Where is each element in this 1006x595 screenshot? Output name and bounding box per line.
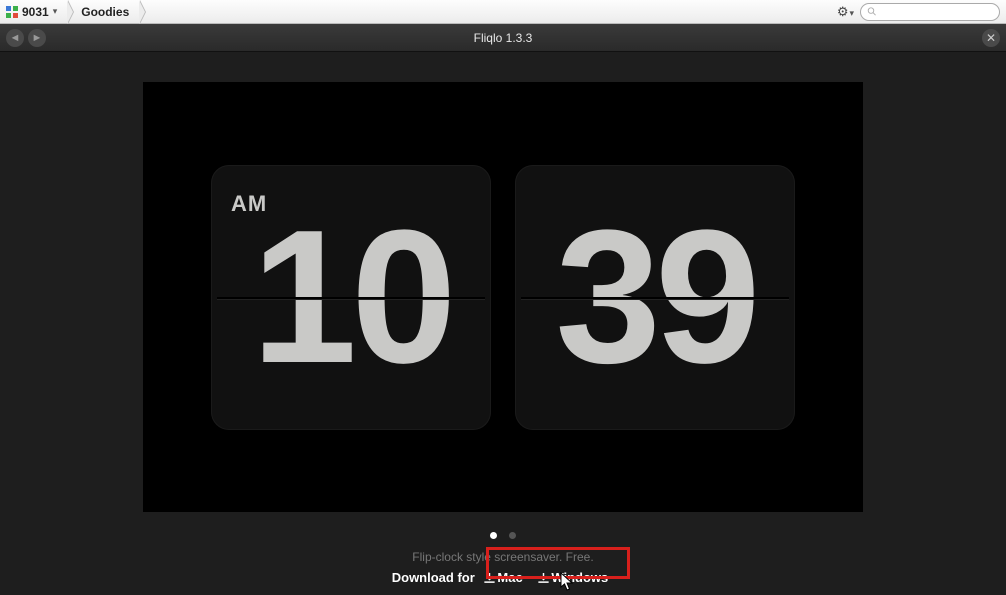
chevron-down-icon: ▾ [53,6,58,17]
download-mac-label: Mac [497,570,522,585]
download-prefix: Download for [392,570,475,585]
breadcrumb-site-label: 9031 [22,5,49,19]
close-icon: ✕ [986,31,996,45]
breadcrumb-section-label: Goodies [81,5,129,19]
carousel-dots [0,526,1006,544]
search-input[interactable] [881,6,993,18]
search-field[interactable] [860,3,1000,21]
breadcrumb-section[interactable]: Goodies [67,0,139,23]
settings-menu[interactable]: ⚙▾ [837,4,854,20]
clock-minutes-card: 39 [515,165,795,430]
viewer-title: Fliqlo 1.3.3 [0,31,1006,45]
breadcrumb-toolbar: 9031 ▾ Goodies ⚙▾ [0,0,1006,24]
clock-hours: 10 [251,202,450,392]
viewer-header: ◄ ► Fliqlo 1.3.3 ✕ [0,24,1006,52]
carousel-dot-1[interactable] [490,532,497,539]
chevron-down-icon: ▾ [849,8,854,18]
carousel-dot-2[interactable] [509,532,516,539]
download-windows-link[interactable]: Windows [538,570,608,585]
product-stage: AM 10 39 Flip-clock style screensaver. F… [0,82,1006,587]
download-icon [484,572,495,587]
close-button[interactable]: ✕ [982,29,1000,47]
arrow-right-icon: ► [32,32,43,44]
download-mac-link[interactable]: Mac [484,570,526,585]
download-windows-label: Windows [551,570,608,585]
arrow-left-icon: ◄ [10,32,21,44]
breadcrumb-site[interactable]: 9031 ▾ [0,0,67,23]
nav-forward-button[interactable]: ► [28,29,46,47]
search-icon [867,6,877,17]
clock-hours-card: AM 10 [211,165,491,430]
download-icon [538,572,549,587]
product-screenshot: AM 10 39 [143,82,863,512]
site-grid-icon [6,6,18,18]
product-description: Flip-clock style screensaver. Free. [0,550,1006,564]
nav-back-button[interactable]: ◄ [6,29,24,47]
clock-minutes: 39 [555,202,754,392]
clock-ampm: AM [231,191,267,217]
download-row: Download for Mac Windows [0,570,1006,587]
gear-icon: ⚙ [837,4,849,19]
